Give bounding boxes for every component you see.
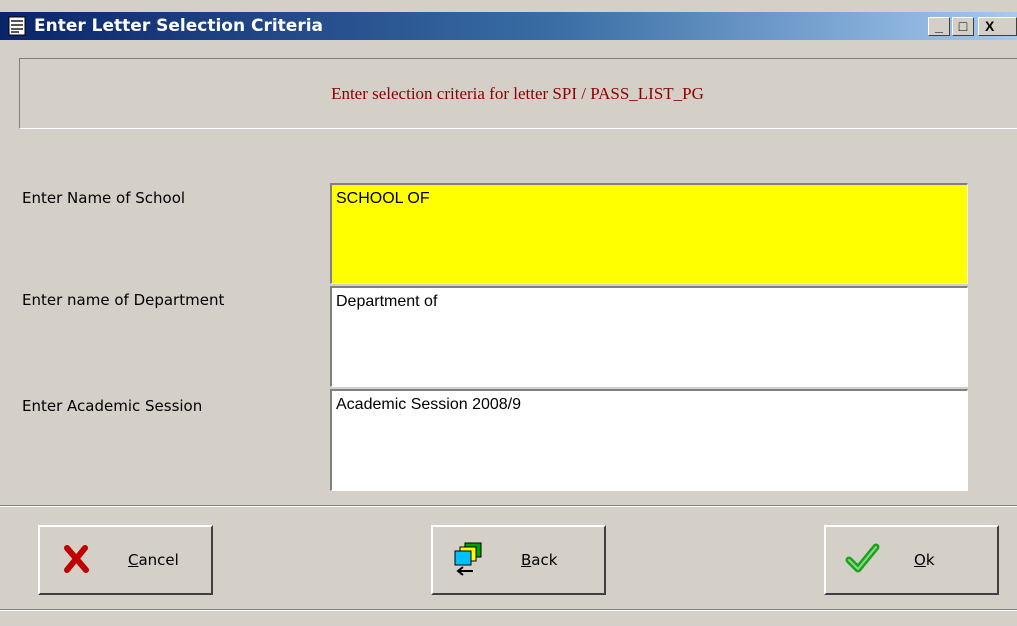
session-field[interactable]: Academic Session 2008/9 — [330, 389, 968, 491]
school-label: Enter Name of School — [22, 189, 186, 207]
back-folders-icon — [454, 542, 482, 576]
header-text: Enter selection criteria for letter SPI … — [331, 84, 704, 103]
maximize-button[interactable]: □ — [952, 17, 974, 36]
cancel-button[interactable]: Cancel — [38, 525, 213, 595]
cancel-label: Cancel — [128, 551, 179, 569]
dialog-window: Enter Letter Selection Criteria _ □ X En… — [0, 0, 1017, 626]
ok-label: Ok — [914, 551, 935, 569]
close-button[interactable]: X — [978, 17, 1017, 36]
button-panel-bottom-divider — [0, 609, 1017, 611]
ok-button[interactable]: Ok — [824, 525, 999, 595]
back-label: Back — [521, 551, 558, 569]
school-field[interactable]: SCHOOL OF — [330, 183, 968, 284]
minimize-button[interactable]: _ — [928, 17, 950, 36]
window-title: Enter Letter Selection Criteria — [34, 16, 324, 36]
app-icon — [8, 16, 26, 36]
title-bar[interactable]: Enter Letter Selection Criteria _ □ X — [0, 12, 1017, 40]
back-button[interactable]: Back — [431, 525, 606, 595]
department-label: Enter name of Department — [22, 291, 225, 309]
session-label: Enter Academic Session — [22, 397, 203, 415]
button-panel-top-divider — [0, 505, 1017, 507]
green-check-icon — [845, 543, 880, 573]
department-field[interactable]: Department of — [330, 286, 968, 387]
red-x-icon — [64, 545, 89, 573]
